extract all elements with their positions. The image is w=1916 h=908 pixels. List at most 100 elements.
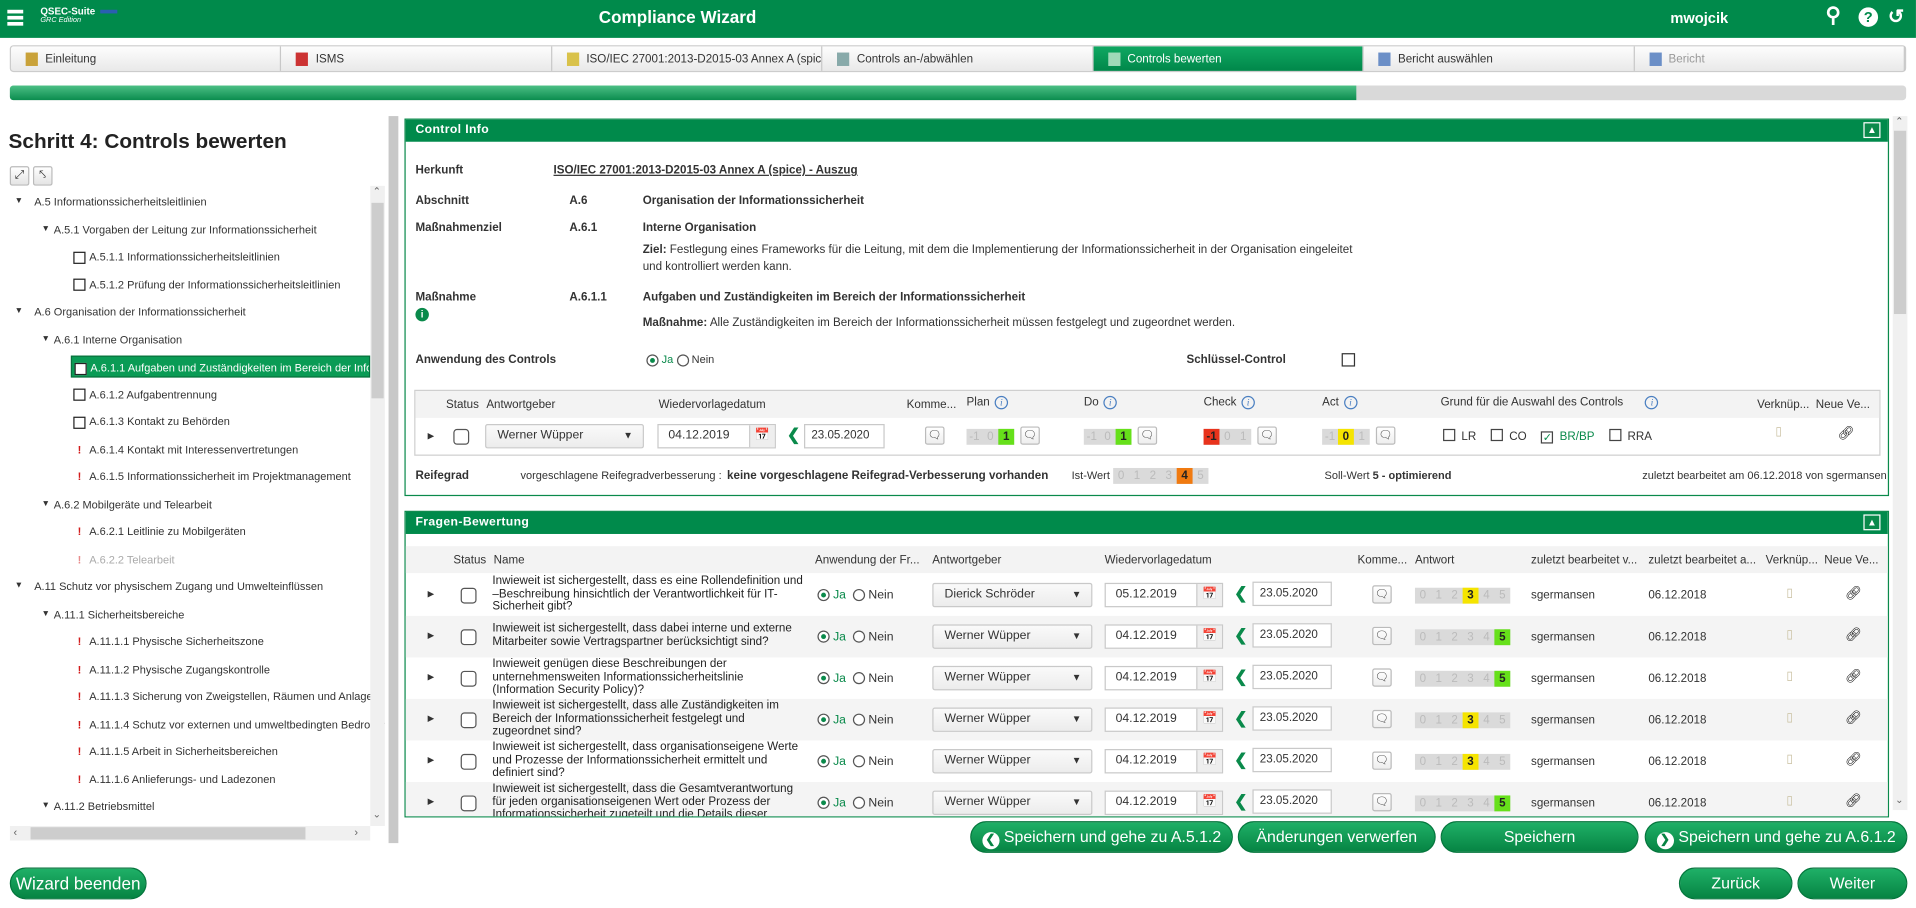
status-checkbox[interactable]: [460, 753, 477, 770]
col-neue-verknuepfung[interactable]: Neue Ve...: [1824, 554, 1878, 567]
calendar-icon[interactable]: 📅: [1196, 584, 1222, 607]
scale-option[interactable]: 5: [1494, 754, 1510, 770]
expand-all-icon[interactable]: ⤢: [9, 166, 30, 186]
scale-option[interactable]: 1: [998, 428, 1015, 445]
grund-option[interactable]: CO: [1490, 428, 1527, 444]
info-icon[interactable]: i: [994, 395, 1009, 410]
link-icon[interactable]: 🔗︎: [1845, 710, 1862, 726]
calendar-icon[interactable]: 📅: [1196, 708, 1222, 731]
antwortgeber-select[interactable]: Werner Wüpper ▼: [932, 665, 1093, 691]
comment-icon[interactable]: 🗨: [1257, 426, 1277, 445]
info-icon[interactable]: i: [1103, 395, 1118, 410]
scale-option[interactable]: 0: [1113, 468, 1129, 484]
scale-option[interactable]: 3: [1463, 671, 1479, 687]
scale-option[interactable]: 4: [1478, 754, 1494, 770]
expand-row-icon[interactable]: ▶: [428, 797, 435, 807]
scale-option[interactable]: 5: [1494, 629, 1511, 646]
scale-option[interactable]: 2: [1145, 468, 1161, 484]
help-icon[interactable]: ?: [1858, 7, 1879, 27]
copy-date-arrow-icon[interactable]: ❮: [1234, 584, 1247, 604]
antwortgeber-select[interactable]: Werner Wüpper ▼: [932, 707, 1093, 732]
nein-radio[interactable]: [852, 714, 865, 727]
scale-option[interactable]: 1: [1431, 712, 1447, 728]
scale-option[interactable]: 3: [1161, 468, 1177, 484]
col-grund[interactable]: Grund für die Auswahl des Controls i: [1441, 395, 1659, 410]
copy-date-arrow-icon[interactable]: ❮: [787, 425, 800, 445]
tree-leaf[interactable]: A.6.1.1 Aufgaben und Zuständigkeiten im …: [70, 355, 371, 378]
scale-option[interactable]: 1: [1431, 795, 1447, 811]
scale-option[interactable]: 0: [1415, 754, 1431, 770]
antwort-scale[interactable]: 012345: [1414, 795, 1511, 812]
antwortgeber-select[interactable]: Dierick Schröder ▼: [932, 582, 1093, 608]
tree-leaf[interactable]: A.5.1.2 Prüfung der Informationssicherhe…: [71, 273, 340, 295]
scale-option[interactable]: 3: [1463, 795, 1479, 811]
scale-option[interactable]: -1: [967, 429, 983, 445]
comment-icon[interactable]: 🗨: [1375, 426, 1396, 445]
tree-leaf[interactable]: ! A.6.1.5 Informationssicherheit im Proje…: [71, 466, 351, 488]
tree-node[interactable]: A.11 Schutz vor physischem Zugang und Um…: [34, 576, 323, 598]
tree-leaf[interactable]: ! A.11.1.6 Anlieferungs- und Ladezonen: [71, 768, 276, 790]
tree-toggle-icon[interactable]: ▼: [42, 218, 50, 240]
copy-date-arrow-icon[interactable]: ❮: [1234, 626, 1247, 646]
scale-option[interactable]: 4: [1478, 795, 1494, 811]
date2-input[interactable]: 23.05.2020: [1252, 789, 1332, 814]
user-name[interactable]: mwojcik: [1670, 10, 1728, 27]
antwortgeber-select[interactable]: Werner Wüpper ▼: [932, 749, 1093, 774]
nein-radio[interactable]: [852, 589, 865, 602]
status-checkbox[interactable]: [460, 670, 477, 687]
copy-date-arrow-icon[interactable]: ❮: [1234, 709, 1247, 729]
scale-option[interactable]: 5: [1193, 468, 1209, 484]
collapse-panel-icon[interactable]: ▲: [1863, 514, 1881, 531]
scale-option[interactable]: 2: [1447, 671, 1463, 687]
checkbox[interactable]: ✓: [1541, 431, 1554, 444]
scale-option[interactable]: -1: [1322, 429, 1338, 445]
discard-changes-button[interactable]: Änderungen verwerfen: [1237, 821, 1436, 853]
wiedervorlage-date-input[interactable]: 04.12.2019 📅: [1104, 665, 1224, 691]
scale-option[interactable]: 4: [1478, 629, 1494, 645]
scale-option[interactable]: -1: [1203, 428, 1220, 445]
nein-radio[interactable]: [852, 755, 865, 768]
link-icon[interactable]: 🔗︎: [1845, 627, 1862, 643]
clipboard-icon[interactable]: ▯: [1786, 587, 1793, 600]
next-button[interactable]: Weiter: [1797, 867, 1908, 900]
antwort-scale[interactable]: 012345: [1414, 587, 1511, 604]
scale-option[interactable]: 1: [1129, 468, 1145, 484]
wizard-step[interactable]: ISMS: [282, 46, 553, 71]
comment-icon[interactable]: 🗨: [1372, 626, 1392, 646]
tree-node[interactable]: A.6 Organisation der Informationssicherh…: [34, 301, 246, 323]
clipboard-icon[interactable]: ▯: [1786, 711, 1793, 724]
calendar-icon[interactable]: 📅: [749, 425, 775, 448]
ja-radio[interactable]: [817, 630, 830, 644]
scale-option[interactable]: 4: [1478, 712, 1494, 728]
tree-node[interactable]: A.6.2 Mobilgeräte und Telearbeit: [54, 493, 212, 515]
comment-icon[interactable]: 🗨: [1372, 709, 1392, 729]
scale-option[interactable]: 0: [1415, 712, 1431, 728]
scale-option[interactable]: 2: [1447, 754, 1463, 770]
scale-option[interactable]: 0: [1415, 671, 1431, 687]
status-checkbox[interactable]: [460, 795, 477, 812]
status-checkbox[interactable]: [460, 629, 477, 646]
scale-option[interactable]: 0: [982, 429, 998, 445]
scale-option[interactable]: 1: [1431, 588, 1447, 604]
expand-row-icon[interactable]: ▶: [428, 672, 435, 682]
tree-leaf[interactable]: ! A.11.1.2 Physische Zugangskontrolle: [71, 658, 270, 680]
tree-leaf[interactable]: A.6.1.2 Aufgabentrennung: [71, 383, 217, 405]
clipboard-icon[interactable]: ▯: [1786, 628, 1793, 641]
scale-option[interactable]: 2: [1447, 712, 1463, 728]
antwortgeber-select[interactable]: Werner Wüpper ▼: [932, 790, 1093, 816]
info-icon[interactable]: i: [415, 307, 429, 322]
do-scale[interactable]: -1 0 1: [1083, 428, 1132, 445]
scale-option[interactable]: 4: [1478, 671, 1494, 687]
tree-leaf[interactable]: ! A.6.2.2 Telearbeit: [71, 548, 175, 570]
col-wiedervorlage[interactable]: Wiedervorlagedatum: [659, 398, 766, 411]
tree-toggle-icon[interactable]: ▼: [15, 576, 23, 598]
checkbox[interactable]: [1609, 428, 1622, 442]
scale-option[interactable]: 5: [1494, 670, 1511, 687]
col-wiedervorlage[interactable]: Wiedervorlagedatum: [1105, 554, 1212, 567]
herkunft-link[interactable]: ISO/IEC 27001:2013-D2015-03 Annex A (spi…: [554, 164, 858, 177]
col-antwortgeber[interactable]: Antwortgeber: [932, 554, 1001, 567]
wizard-step[interactable]: ISO/IEC 27001:2013-D2015-03 Annex A (spi…: [552, 46, 823, 71]
col-status[interactable]: Status: [446, 398, 479, 411]
tree-toggle-icon[interactable]: ▼: [42, 493, 50, 515]
expand-row-icon[interactable]: ▶: [428, 755, 435, 765]
